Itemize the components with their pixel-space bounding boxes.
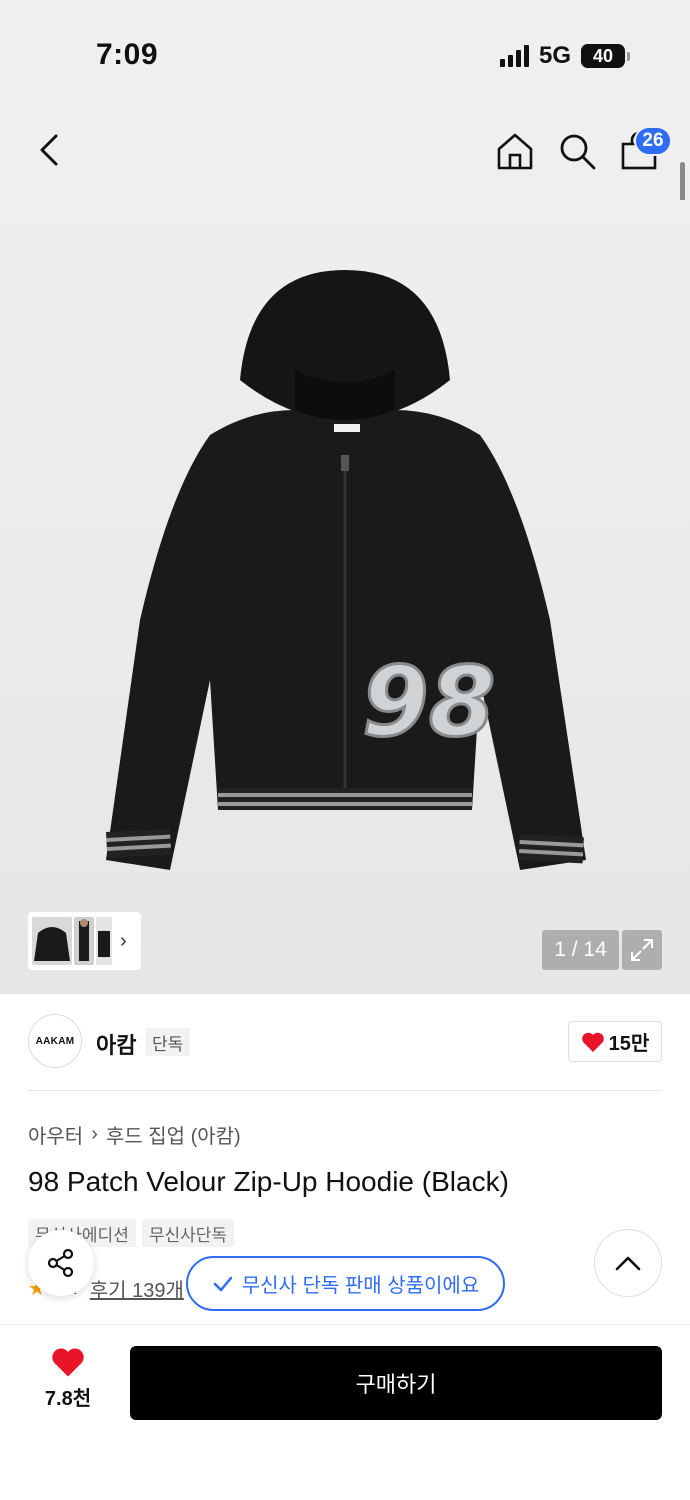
breadcrumb-subcategory[interactable]: 후드 집업 (아캄)	[106, 1120, 241, 1149]
exclusive-toast: 무신사 단독 판매 상품이에요	[186, 1256, 505, 1311]
search-icon[interactable]	[556, 130, 598, 172]
home-icon[interactable]	[494, 130, 536, 172]
product-image: 98	[106, 270, 586, 870]
nav-bar	[0, 100, 690, 200]
expand-icon	[631, 939, 653, 961]
scroll-top-button[interactable]	[594, 1229, 662, 1297]
tag-musinsa-exclusive: 무신사단독	[141, 1219, 235, 1247]
share-icon	[47, 1248, 74, 1278]
status-time: 7:09	[96, 38, 159, 71]
brand-name[interactable]: 아캄	[96, 1028, 136, 1060]
image-counter: 1 / 14	[542, 930, 619, 970]
product-image-gallery[interactable]: 98	[0, 200, 690, 994]
brand-like-button[interactable]: 15만	[568, 1021, 662, 1062]
battery-level: 40	[592, 45, 614, 66]
breadcrumb: 아우터 › 후드 집업 (아캄)	[28, 1120, 241, 1149]
favorite-button[interactable]: 7.8천	[28, 1346, 108, 1418]
chevron-right-icon: ›	[91, 1123, 98, 1145]
toast-text: 무신사 단독 판매 상품이에요	[241, 1275, 480, 1297]
thumbnail-1[interactable]	[32, 917, 72, 965]
svg-text:98: 98	[362, 646, 496, 758]
thumbnail-3[interactable]	[96, 917, 112, 965]
cart-count-badge: 26	[634, 126, 672, 156]
check-icon	[213, 1276, 232, 1291]
thumbnail-strip[interactable]: ›	[28, 912, 141, 970]
thumbnail-2[interactable]	[74, 917, 94, 965]
brand-like-count: 15만	[608, 1033, 650, 1055]
status-bar: 7:09 5G 40	[0, 0, 690, 100]
favorite-count: 7.8천	[44, 1388, 92, 1410]
battery-icon: 40	[581, 44, 625, 68]
share-button[interactable]	[28, 1230, 94, 1296]
buy-button[interactable]: 구매하기	[130, 1346, 662, 1420]
brand-exclusive-tag: 단독	[145, 1028, 191, 1056]
breadcrumb-category[interactable]: 아우터	[28, 1120, 83, 1149]
battery-cap	[627, 51, 630, 61]
expand-button[interactable]	[622, 930, 662, 970]
heart-icon	[52, 1348, 84, 1377]
product-title: 98 Patch Velour Zip-Up Hoodie (Black)	[28, 1166, 509, 1197]
heart-icon	[581, 1032, 604, 1052]
back-icon[interactable]	[30, 130, 70, 170]
chevron-right-icon[interactable]: ›	[120, 930, 127, 953]
signal-icon	[499, 45, 529, 67]
brand-logo[interactable]: AAKAM	[28, 1014, 82, 1068]
review-link[interactable]: 후기 139개	[90, 1274, 184, 1303]
status-indicators: 5G 40	[499, 42, 630, 70]
chevron-up-icon	[615, 1256, 641, 1271]
divider	[28, 1090, 662, 1091]
network-label: 5G	[538, 42, 571, 69]
